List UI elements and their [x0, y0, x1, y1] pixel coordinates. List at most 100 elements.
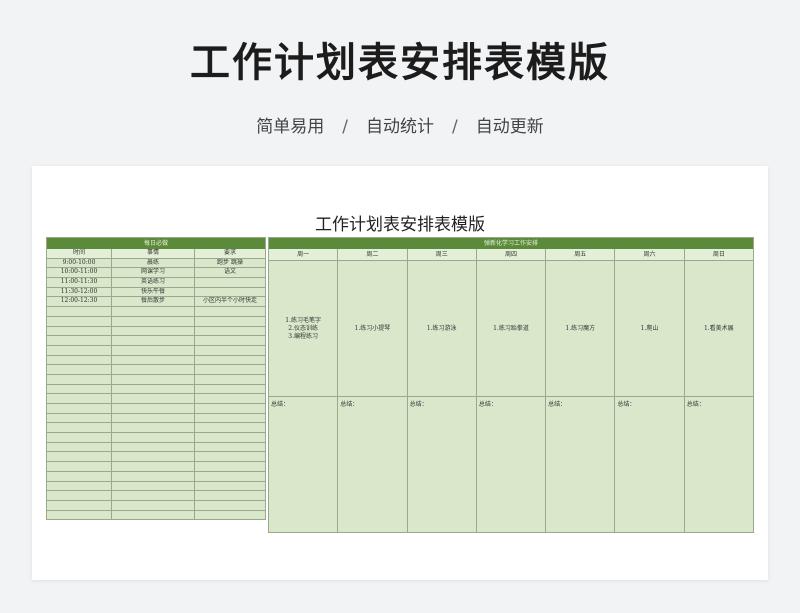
weekday-plan-cell[interactable]: 1.练习毛笔字 2.仪态训练 3.编程练习: [269, 261, 339, 396]
weekly-plan-row: 1.练习毛笔字 2.仪态训练 3.编程练习 1.练习小提琴 1.练习游泳 1.练习跆拳道 1…: [269, 261, 753, 397]
table-cell[interactable]: [195, 288, 265, 297]
weekday-summary-cell[interactable]: 总结：: [615, 397, 685, 532]
table-cell[interactable]: [195, 317, 265, 326]
table-cell[interactable]: [112, 452, 195, 462]
table-cell[interactable]: [112, 316, 195, 326]
table-cell[interactable]: [47, 384, 112, 394]
table-cell[interactable]: [112, 404, 195, 413]
table-cell[interactable]: [195, 501, 265, 510]
table-cell[interactable]: 11:00-11:30: [47, 278, 112, 287]
daily-table: 每日必做 时间 事情 要求 9:00-10:00 晨练 跑步 跳操 10:00-11:…: [46, 237, 266, 521]
table-cell[interactable]: [47, 394, 112, 403]
table-cell[interactable]: [112, 365, 195, 374]
weekday-summary-cell[interactable]: 总结：: [685, 397, 753, 532]
table-cell[interactable]: 9:00-10:00: [47, 258, 112, 268]
table-cell[interactable]: [112, 423, 195, 433]
weekday-plan-cell[interactable]: 1.练习跆拳道: [477, 261, 547, 396]
table-cell[interactable]: 网课学习: [112, 268, 195, 278]
table-cell[interactable]: [195, 462, 265, 471]
table-cell[interactable]: 小区内半个小时快走: [195, 297, 265, 306]
table-cell[interactable]: [47, 345, 112, 355]
table-cell[interactable]: [195, 385, 265, 394]
table-cell[interactable]: [195, 307, 265, 316]
table-cell[interactable]: 12:00-12:30: [47, 297, 112, 307]
weekday-plan-cell[interactable]: 1.练习小提琴: [338, 261, 408, 396]
table-cell[interactable]: [195, 452, 265, 461]
table-cell[interactable]: [112, 442, 195, 452]
table-cell[interactable]: [195, 346, 265, 355]
table-cell[interactable]: [47, 374, 112, 384]
table-cell[interactable]: [47, 462, 112, 471]
weekday-summary-cell[interactable]: 总结：: [477, 397, 547, 532]
weekday-plan-cell[interactable]: 1.看美术展: [685, 261, 753, 396]
table-cell[interactable]: [195, 443, 265, 452]
table-cell[interactable]: 10:00-11:00: [47, 268, 112, 278]
table-cell[interactable]: [112, 471, 195, 481]
table-cell[interactable]: 跑步 跳操: [195, 259, 265, 268]
table-cell[interactable]: [47, 316, 112, 326]
table-cell[interactable]: [47, 481, 112, 491]
separator: /: [452, 117, 458, 137]
weekday-summary-cell[interactable]: 总结：: [338, 397, 408, 532]
table-cell[interactable]: [47, 365, 112, 374]
table-cell[interactable]: [195, 433, 265, 442]
table-cell[interactable]: [112, 481, 195, 491]
weekday-summary-cell[interactable]: 总结：: [408, 397, 477, 532]
table-cell[interactable]: [112, 491, 195, 500]
table-cell[interactable]: [195, 327, 265, 336]
table-cell[interactable]: [112, 336, 195, 345]
table-cell[interactable]: [47, 491, 112, 500]
table-cell[interactable]: [47, 433, 112, 442]
table-cell[interactable]: 快乐午餐: [112, 287, 195, 297]
table-cell[interactable]: [47, 404, 112, 413]
table-cell[interactable]: [195, 375, 265, 384]
table-cell[interactable]: 语文: [195, 268, 265, 277]
table-cell[interactable]: [47, 471, 112, 481]
table-cell[interactable]: [195, 336, 265, 345]
weekly-summary-row: 总结： 总结： 总结： 总结： 总结： 总结： 总结：: [269, 397, 753, 533]
table-cell[interactable]: 餐后散步: [112, 297, 195, 307]
weekday-plan-cell[interactable]: 1.练习游泳: [408, 261, 477, 396]
table-cell[interactable]: 晨练: [112, 258, 195, 268]
table-cell[interactable]: [47, 413, 112, 423]
table-cell[interactable]: [47, 307, 112, 316]
table-cell[interactable]: [112, 355, 195, 365]
table-cell[interactable]: [112, 394, 195, 403]
table-cell[interactable]: [112, 384, 195, 394]
table-cell[interactable]: [195, 423, 265, 432]
plan-item: 1.练习魔方: [565, 324, 596, 332]
table-cell[interactable]: [112, 326, 195, 336]
table-cell[interactable]: [112, 500, 195, 510]
table-cell[interactable]: [112, 462, 195, 471]
weekday-summary-cell[interactable]: 总结：: [269, 397, 339, 532]
table-cell[interactable]: [47, 326, 112, 336]
table-cell[interactable]: [112, 510, 195, 520]
table-cell[interactable]: [47, 500, 112, 510]
table-cell[interactable]: [195, 472, 265, 481]
table-cell[interactable]: [47, 336, 112, 345]
table-cell[interactable]: [47, 355, 112, 365]
table-cell[interactable]: [112, 307, 195, 316]
table-cell[interactable]: [47, 442, 112, 452]
weekday-summary-cell[interactable]: 总结：: [546, 397, 616, 532]
table-cell[interactable]: [47, 510, 112, 520]
table-cell[interactable]: [195, 511, 265, 520]
weekday-plan-cell[interactable]: 1.练习魔方: [546, 261, 616, 396]
table-cell[interactable]: 11:30-12:00: [47, 287, 112, 297]
table-cell[interactable]: [195, 278, 265, 287]
table-cell[interactable]: [47, 423, 112, 433]
table-cell[interactable]: [47, 452, 112, 462]
table-cell[interactable]: [195, 356, 265, 365]
table-cell[interactable]: [195, 365, 265, 374]
table-cell[interactable]: [112, 374, 195, 384]
table-cell[interactable]: [195, 491, 265, 500]
table-cell[interactable]: [112, 345, 195, 355]
table-cell[interactable]: 英语练习: [112, 278, 195, 287]
table-cell[interactable]: [195, 414, 265, 423]
table-cell[interactable]: [195, 394, 265, 403]
table-cell[interactable]: [195, 482, 265, 491]
table-cell[interactable]: [112, 413, 195, 423]
weekday-plan-cell[interactable]: 1.爬山: [615, 261, 685, 396]
table-cell[interactable]: [112, 433, 195, 442]
table-cell[interactable]: [195, 404, 265, 413]
